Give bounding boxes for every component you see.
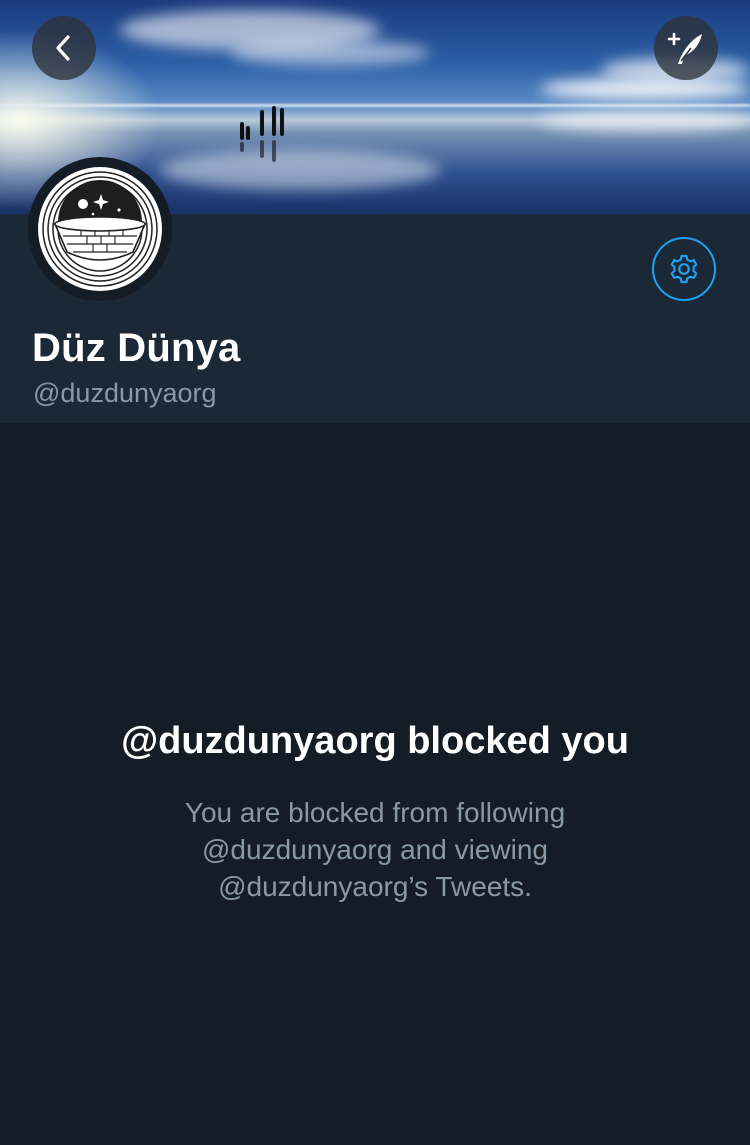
settings-button[interactable] (652, 237, 716, 301)
back-button[interactable] (32, 16, 96, 80)
profile-avatar[interactable] (28, 157, 172, 301)
blocked-message: You are blocked from following @duzdunya… (184, 797, 566, 902)
flat-earth-logo (38, 167, 162, 291)
blocked-title: @duzdunyaorg blocked you (121, 720, 629, 762)
profile-handle: @duzdunyaorg (33, 378, 217, 408)
compose-tweet-button[interactable] (654, 16, 718, 80)
profile-display-name: Düz Dünya (32, 326, 241, 370)
chevron-left-icon (56, 35, 70, 61)
compose-tweet-icon (667, 32, 702, 64)
gear-icon (670, 254, 698, 284)
